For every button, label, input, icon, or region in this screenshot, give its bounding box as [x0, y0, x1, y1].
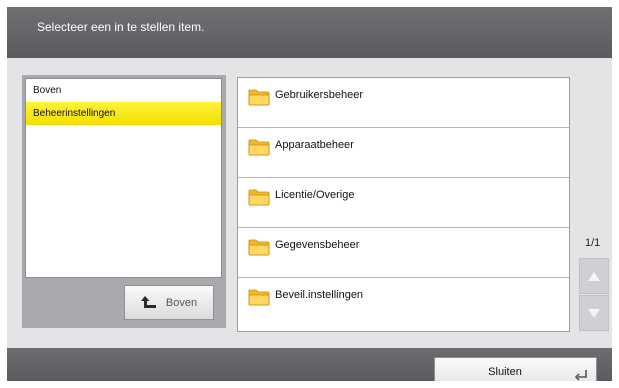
up-arrow-icon	[140, 295, 156, 308]
tree-list: Boven Beheerinstellingen	[25, 78, 222, 278]
list-item-licentie-overige[interactable]: Licentie/Overige	[238, 178, 569, 228]
triangle-down-icon	[588, 309, 600, 318]
folder-icon	[248, 189, 270, 206]
folder-icon	[248, 239, 270, 256]
screen: Selecteer een in te stellen item. Boven …	[7, 7, 612, 381]
list-item-label: Beveil.instellingen	[275, 289, 364, 301]
folder-icon	[248, 139, 270, 156]
list-item-gebruikersbeheer[interactable]: Gebruikersbeheer	[238, 78, 569, 128]
up-button[interactable]: Boven	[124, 285, 214, 320]
header-bar: Selecteer een in te stellen item.	[7, 7, 612, 58]
enter-icon	[574, 370, 587, 381]
close-button[interactable]: Sluiten	[434, 357, 597, 381]
tree-item-boven[interactable]: Boven	[26, 79, 221, 102]
list-item-label: Gegevensbeheer	[275, 239, 360, 251]
triangle-up-icon	[588, 272, 600, 281]
list-item-label: Licentie/Overige	[275, 189, 355, 201]
tree-panel: Boven Beheerinstellingen Boven	[22, 75, 226, 328]
page-title: Selecteer een in te stellen item.	[37, 20, 205, 34]
folder-icon	[248, 289, 270, 306]
list-item-apparaatbeheer[interactable]: Apparaatbeheer	[238, 128, 569, 178]
tree-item-beheerinstellingen[interactable]: Beheerinstellingen	[26, 102, 221, 125]
list-item-beveil-instellingen[interactable]: Beveil.instellingen	[238, 278, 569, 329]
list-item-label: Apparaatbeheer	[275, 139, 354, 151]
close-button-label: Sluiten	[488, 366, 522, 378]
scroll-up-button[interactable]	[579, 258, 609, 294]
list-item-label: Gebruikersbeheer	[275, 89, 364, 101]
page-indicator: 1/1	[585, 237, 601, 249]
item-list: Gebruikersbeheer Apparaatbeheer Licentie…	[237, 77, 570, 332]
up-button-label: Boven	[165, 296, 198, 309]
list-item-gegevensbeheer[interactable]: Gegevensbeheer	[238, 228, 569, 278]
scroll-down-button[interactable]	[579, 295, 609, 331]
folder-icon	[248, 89, 270, 106]
